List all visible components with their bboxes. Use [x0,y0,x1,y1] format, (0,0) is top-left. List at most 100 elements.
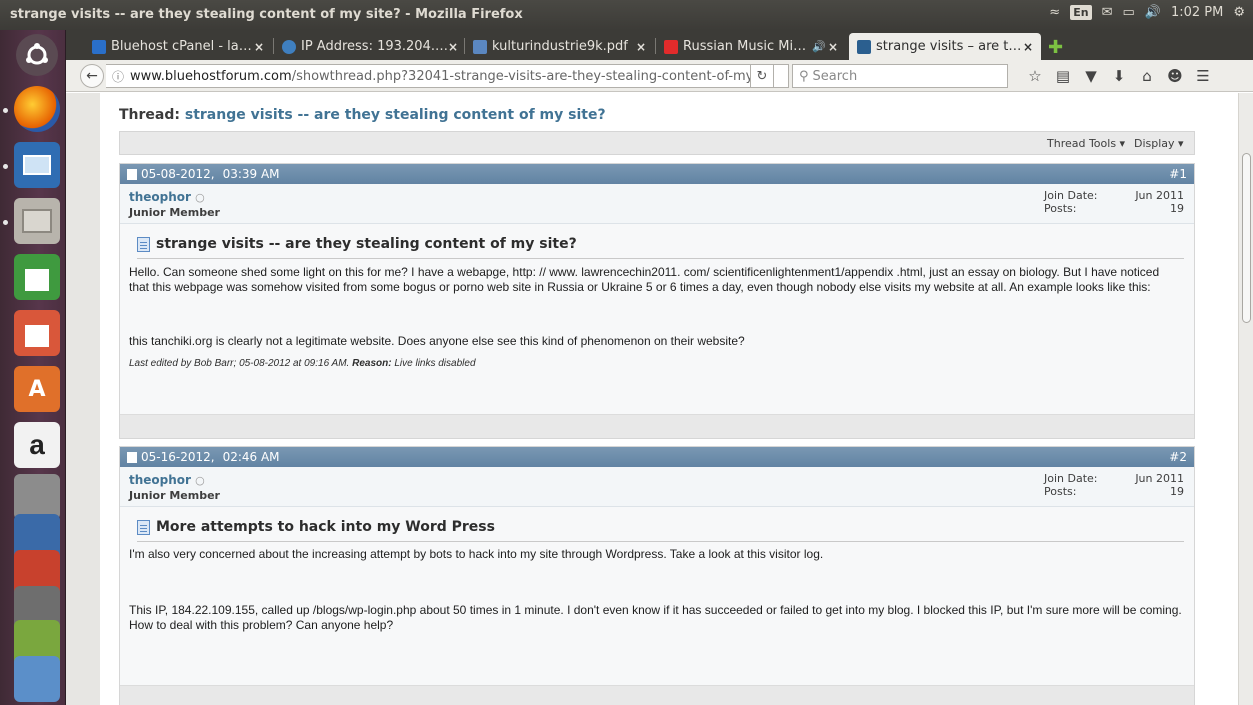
reload-icon: ↻ [756,68,768,84]
tab-bluehost-cpanel[interactable]: Bluehost cPanel - la… × [84,33,272,60]
user-rank: Junior Member [129,489,220,502]
post-footer [120,685,1194,705]
post-title-icon [137,519,150,535]
post-header: 05-08-2012, 03:39 AM #1 [120,164,1194,184]
post-userinfo: theophor ○ Junior Member Join Date: Jun 2… [120,184,1194,224]
keyboard-layout-indicator[interactable]: En [1070,5,1092,20]
settings-gear-icon[interactable]: ⚙ [1233,5,1245,20]
info-icon[interactable]: ⓘ [112,68,130,85]
menu-hamburger-icon[interactable]: ☰ [1189,66,1217,86]
audio-playing-icon[interactable]: 🔊 [812,40,826,53]
presentation-icon[interactable] [14,310,60,356]
tab-russian-music[interactable]: Russian Music Mi… 🔊 × [656,33,846,60]
post-number-link[interactable]: #1 [1169,167,1187,181]
post-title-divider [137,541,1184,542]
post-time: 03:39 AM [222,167,280,181]
user-meta: Join Date: Jun 2011 Posts: 19 [1044,189,1184,215]
close-tab-icon[interactable]: × [1023,40,1033,54]
volume-icon[interactable]: 🔊 [1145,5,1161,20]
close-tab-icon[interactable]: × [254,40,264,54]
mail-icon[interactable]: ✉ [1102,5,1113,20]
post-text: Hello. Can someone shed some light on th… [129,265,1160,294]
reading-list-icon[interactable]: ▤ [1049,66,1077,86]
home-icon[interactable]: ⌂ [1133,66,1161,86]
file-manager-icon[interactable] [14,198,60,244]
chat-icon[interactable]: ☻ [1161,66,1189,86]
thread-tools-menu[interactable]: Thread Tools ▾ [1047,137,1125,150]
trash-icon[interactable] [14,656,60,702]
username-link[interactable]: theophor ○ [129,473,205,487]
username-link[interactable]: theophor ○ [129,190,205,204]
post-date: 05-16-2012, [141,450,215,464]
post-title: strange visits -- are they stealing cont… [137,236,577,252]
spreadsheet-icon[interactable] [14,254,60,300]
bluehost-favicon-icon [857,39,871,54]
user-rank: Junior Member [129,206,220,219]
unity-launcher: A a [0,30,66,705]
close-tab-icon[interactable]: × [448,40,458,54]
post-number-link[interactable]: #2 [1169,450,1187,464]
user-meta: Join Date: Jun 2011 Posts: 19 [1044,472,1184,498]
system-tray: ≈ En ✉ ▭ 🔊 1:02 PM ⚙ [1049,5,1245,20]
post-userinfo: theophor ○ Junior Member Join Date: Jun 2… [120,467,1194,507]
post: 05-08-2012, 03:39 AM #1 theophor ○ Junio… [119,163,1195,439]
ubuntu-dash-icon[interactable] [16,34,58,76]
navigation-toolbar: ← ⓘ www.bluehostforum.com/showthread.php… [66,60,1253,92]
battery-icon[interactable]: ▭ [1122,5,1134,20]
software-center-icon[interactable]: A [14,366,60,412]
back-button[interactable]: ← [80,64,104,88]
tab-strange-visits[interactable]: strange visits – are t… × [849,33,1041,60]
post-icon [127,451,137,463]
scrollbar-thumb[interactable] [1242,153,1251,323]
post-title: More attempts to hack into my Word Press [137,519,495,535]
post-edit-note: Last edited by Bob Barr; 05-08-2012 at 0… [129,358,476,369]
chevron-down-icon: ▾ [1174,137,1184,150]
post-footer [120,414,1194,438]
post-text: this tanchiki.org is clearly not a legit… [129,334,745,348]
toolbar-icons: ☆ ▤ ▼ ⬇ ⌂ ☻ ☰ [1021,66,1217,86]
page-content: Thread: strange visits -- are they steal… [66,93,1238,705]
close-tab-icon[interactable]: × [636,40,646,54]
wifi-icon[interactable]: ≈ [1049,5,1060,20]
running-indicator [3,108,8,113]
post-text: I'm also very concerned about the increa… [129,547,824,561]
bookmark-star-icon[interactable]: ☆ [1021,66,1049,86]
system-top-panel: strange visits -- are they stealing cont… [0,0,1253,30]
url-bar[interactable]: ⓘ www.bluehostforum.com/showthread.php?3… [106,64,789,88]
image-viewer-icon[interactable] [14,142,60,188]
post-icon [127,168,137,180]
page-left-gutter [66,93,100,705]
offline-status-icon: ○ [195,474,205,487]
chevron-down-icon: ▾ [1116,137,1126,150]
post-time: 02:46 AM [222,450,280,464]
reload-button[interactable]: ↻ [750,64,774,88]
search-input[interactable]: ⚲ Search [792,64,1008,88]
thread-title: Thread: strange visits -- are they steal… [119,107,606,123]
downloads-icon[interactable]: ⬇ [1105,66,1133,86]
post-body: More attempts to hack into my Word Press… [120,507,1194,685]
amazon-icon[interactable]: a [14,422,60,468]
window-title: strange visits -- are they stealing cont… [10,7,523,22]
cpanel-favicon-icon [92,39,106,54]
firefox-icon[interactable] [14,86,60,132]
post-body: strange visits -- are they stealing cont… [120,224,1194,414]
post-title-icon [137,236,150,252]
post-header: 05-16-2012, 02:46 AM #2 [120,447,1194,467]
tab-bar: Bluehost cPanel - la… × IP Address: 193.… [66,30,1253,60]
new-tab-plus-icon[interactable]: ✚ [1048,37,1063,58]
close-tab-icon[interactable]: × [828,40,838,54]
post-date: 05-08-2012, [141,167,215,181]
post-title-divider [137,258,1184,259]
display-menu[interactable]: Display ▾ [1134,137,1184,150]
thread-toolbar: Thread Tools ▾ Display ▾ [119,131,1195,155]
vertical-scrollbar[interactable] [1238,93,1253,705]
url-text: www.bluehostforum.com/showthread.php?320… [130,68,774,84]
clock[interactable]: 1:02 PM [1171,5,1223,20]
youtube-favicon-icon [664,39,678,54]
thread-title-link[interactable]: strange visits -- are they stealing cont… [185,107,606,123]
tab-pdf[interactable]: kulturindustrie9k.pdf × [465,33,654,60]
pdf-favicon-icon [473,39,487,54]
tab-ip-address[interactable]: IP Address: 193.204.… × [274,33,463,60]
post-text: This IP, 184.22.109.155, called up /blog… [129,603,1182,632]
pocket-icon[interactable]: ▼ [1077,66,1105,86]
